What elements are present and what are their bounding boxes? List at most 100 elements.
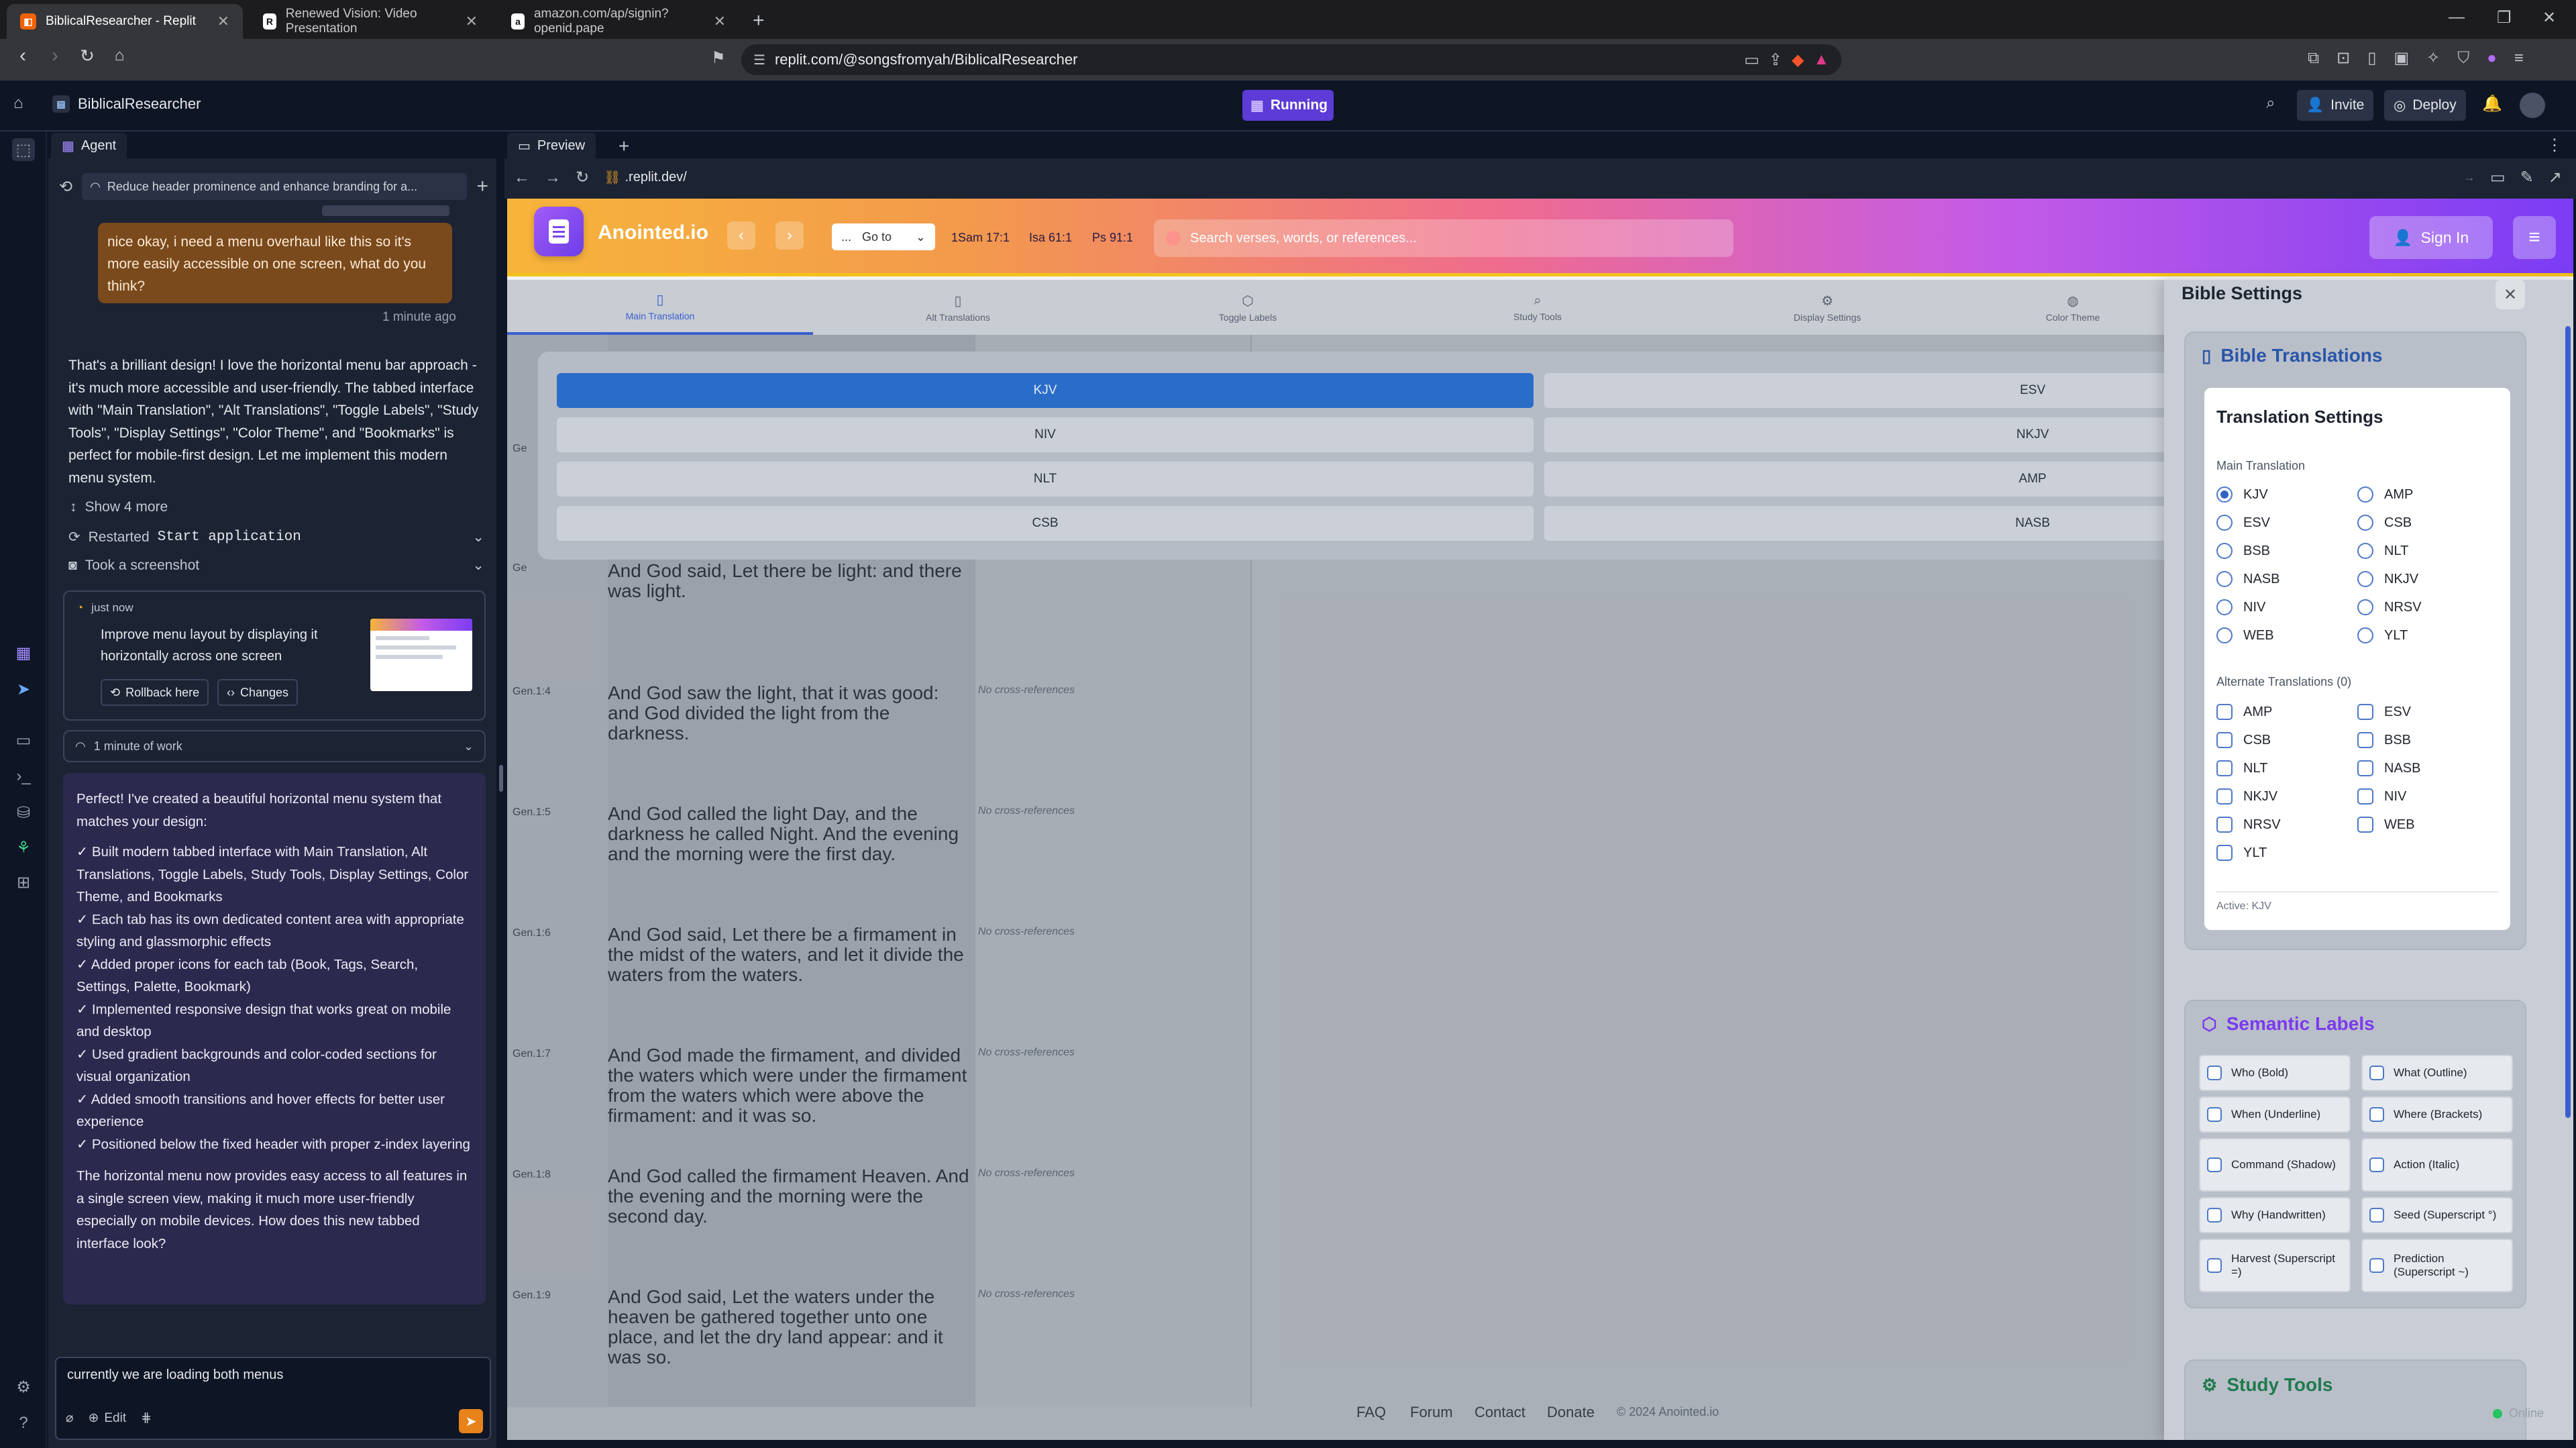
go-icon[interactable]: → — [2463, 170, 2475, 185]
database-rail-icon[interactable]: ⛁ — [12, 801, 35, 824]
window-close-icon[interactable]: ✕ — [2542, 8, 2556, 28]
checkbox[interactable] — [2369, 1157, 2384, 1172]
semantic-label-option[interactable]: Where (Brackets) — [2361, 1096, 2513, 1133]
browser-tab-renewed[interactable]: R Renewed Vision: Video Presentation ✕ — [250, 4, 491, 39]
checkbox[interactable] — [2357, 788, 2373, 805]
semantic-label-option[interactable]: Prediction (Superscript ~) — [2361, 1239, 2513, 1292]
close-icon[interactable]: ✕ — [2496, 280, 2525, 309]
forward-icon[interactable]: → — [545, 168, 561, 187]
back-icon[interactable]: ← — [514, 168, 530, 187]
run-status-button[interactable]: ▦ Running — [1242, 90, 1334, 121]
tab-color-theme[interactable]: ◍ Color Theme — [1972, 280, 2174, 335]
radio-button[interactable] — [2357, 515, 2373, 531]
checkbox[interactable] — [2357, 760, 2373, 776]
quick-ref-link[interactable]: Isa 61:1 — [1029, 231, 1072, 245]
radio-button[interactable] — [2216, 515, 2233, 531]
semantic-label-option[interactable]: Action (Italic) — [2361, 1138, 2513, 1192]
work-summary-row[interactable]: ◠ 1 minute of work ⌄ — [63, 730, 486, 762]
goto-select[interactable]: ... Go to ⌄ — [832, 223, 935, 250]
reload-icon[interactable]: ↻ — [576, 168, 589, 187]
help-rail-icon[interactable]: ? — [12, 1412, 35, 1435]
checkbox[interactable] — [2216, 845, 2233, 861]
radio-option[interactable]: NASB — [2216, 565, 2357, 593]
checkbox[interactable] — [2357, 817, 2373, 833]
checkbox-option[interactable]: NLT — [2216, 754, 2357, 782]
radio-option[interactable]: NLT — [2357, 537, 2498, 565]
checkbox[interactable] — [2216, 704, 2233, 720]
radio-option[interactable]: AMP — [2357, 480, 2498, 509]
replit-rail-icon[interactable]: ▦ — [12, 641, 35, 664]
checkbox[interactable] — [2357, 732, 2373, 748]
checkpoint-thumbnail[interactable] — [370, 619, 472, 691]
tab-study-tools[interactable]: ⌕ Study Tools — [1393, 280, 1682, 335]
radio-button[interactable] — [2357, 627, 2373, 643]
checkbox-option[interactable]: CSB — [2216, 726, 2357, 754]
checkbox[interactable] — [2357, 704, 2373, 720]
quick-ref-link[interactable]: 1Sam 17:1 — [951, 231, 1010, 245]
checkbox-option[interactable]: NKJV — [2216, 782, 2357, 811]
checkbox[interactable] — [2369, 1066, 2384, 1080]
back-icon[interactable]: ‹ — [8, 44, 38, 67]
project-title[interactable]: ▤ BiblicalResearcher — [52, 95, 201, 113]
hamburger-menu-button[interactable]: ≡ — [2513, 216, 2556, 259]
panel-resize-handle[interactable] — [499, 765, 503, 792]
checkbox[interactable] — [2216, 732, 2233, 748]
radio-option[interactable]: KJV — [2216, 480, 2357, 509]
attach-icon[interactable]: ⌀ — [66, 1410, 73, 1426]
checkbox[interactable] — [2207, 1066, 2222, 1080]
tab-preview[interactable]: ▭ Preview — [507, 133, 596, 158]
site-logo[interactable] — [534, 207, 584, 256]
checkbox[interactable] — [2207, 1107, 2222, 1122]
search-icon[interactable]: ⌕ — [2266, 94, 2275, 113]
checkbox-option[interactable]: NASB — [2357, 754, 2498, 782]
checkbox[interactable] — [2369, 1107, 2384, 1122]
semantic-label-option[interactable]: What (Outline) — [2361, 1055, 2513, 1091]
translation-option-nlt[interactable]: NLT — [557, 462, 1534, 497]
radio-option[interactable]: BSB — [2216, 537, 2357, 565]
history-icon[interactable]: ⟲ — [59, 177, 72, 197]
menu-icon[interactable]: ≡ — [2514, 49, 2524, 68]
translation-option-niv[interactable]: NIV — [557, 417, 1534, 452]
new-thread-icon[interactable]: + — [476, 175, 488, 198]
git-rail-icon[interactable]: ⚘ — [12, 836, 35, 859]
profile-icon[interactable]: ● — [2487, 49, 2497, 68]
apps-rail-icon[interactable]: ⊞ — [12, 871, 35, 894]
preview-rail-icon[interactable]: ▭ — [12, 729, 35, 752]
checkbox[interactable] — [2207, 1258, 2222, 1273]
send-button[interactable]: ➤ — [459, 1409, 483, 1433]
site-brand[interactable]: Anointed.io — [598, 221, 708, 244]
address-bar[interactable]: ☰ replit.com/@songsfromyah/BiblicalResea… — [741, 44, 1841, 75]
radio-button[interactable] — [2216, 627, 2233, 643]
tab-agent[interactable]: ▦ Agent — [51, 133, 127, 158]
open-external-icon[interactable]: ↗ — [2548, 168, 2562, 187]
checkbox-option[interactable]: WEB — [2357, 811, 2498, 839]
semantic-label-option[interactable]: Seed (Superscript °) — [2361, 1197, 2513, 1233]
notification-icon[interactable]: 🔔 — [2482, 94, 2502, 113]
sidebar-icon[interactable]: ▯ — [2367, 48, 2376, 68]
devices-icon[interactable]: ▭ — [2490, 168, 2506, 187]
checkbox-option[interactable]: NIV — [2357, 782, 2498, 811]
screenshot-row[interactable]: ◙ Took a screenshot ⌄ — [68, 557, 484, 574]
checkbox[interactable] — [2369, 1258, 2384, 1273]
tab-display-settings[interactable]: ⚙ Display Settings — [1682, 280, 1972, 335]
checkbox[interactable] — [2216, 788, 2233, 805]
screenshot-icon[interactable]: ⊡ — [2337, 48, 2350, 68]
share-icon[interactable]: ⇪ — [1769, 50, 1782, 70]
tab-toggle-labels[interactable]: ⬡ Toggle Labels — [1103, 280, 1393, 335]
preview-url[interactable]: ⛓ .replit.dev/ — [604, 169, 687, 186]
browser-tab-replit[interactable]: ◧ BiblicalResearcher - Replit ✕ — [7, 4, 243, 39]
checkbox-option[interactable]: ESV — [2357, 698, 2498, 726]
agent-input-text[interactable]: currently we are loading both menus — [67, 1367, 283, 1383]
run-rail-icon[interactable]: ➤ — [12, 678, 35, 701]
devtools-icon[interactable]: ✎ — [2520, 168, 2534, 187]
quick-ref-link[interactable]: Ps 91:1 — [1092, 231, 1133, 245]
radio-button[interactable] — [2216, 543, 2233, 559]
radio-option[interactable]: NKJV — [2357, 565, 2498, 593]
new-tab-icon[interactable]: + — [619, 136, 629, 157]
radio-button[interactable] — [2357, 543, 2373, 559]
checkbox[interactable] — [2216, 817, 2233, 833]
site-info-icon[interactable]: ☰ — [753, 52, 765, 68]
radio-option[interactable]: WEB — [2216, 621, 2357, 650]
checkbox-option[interactable]: BSB — [2357, 726, 2498, 754]
settings-sliders-icon[interactable]: ⋕ — [141, 1410, 152, 1426]
